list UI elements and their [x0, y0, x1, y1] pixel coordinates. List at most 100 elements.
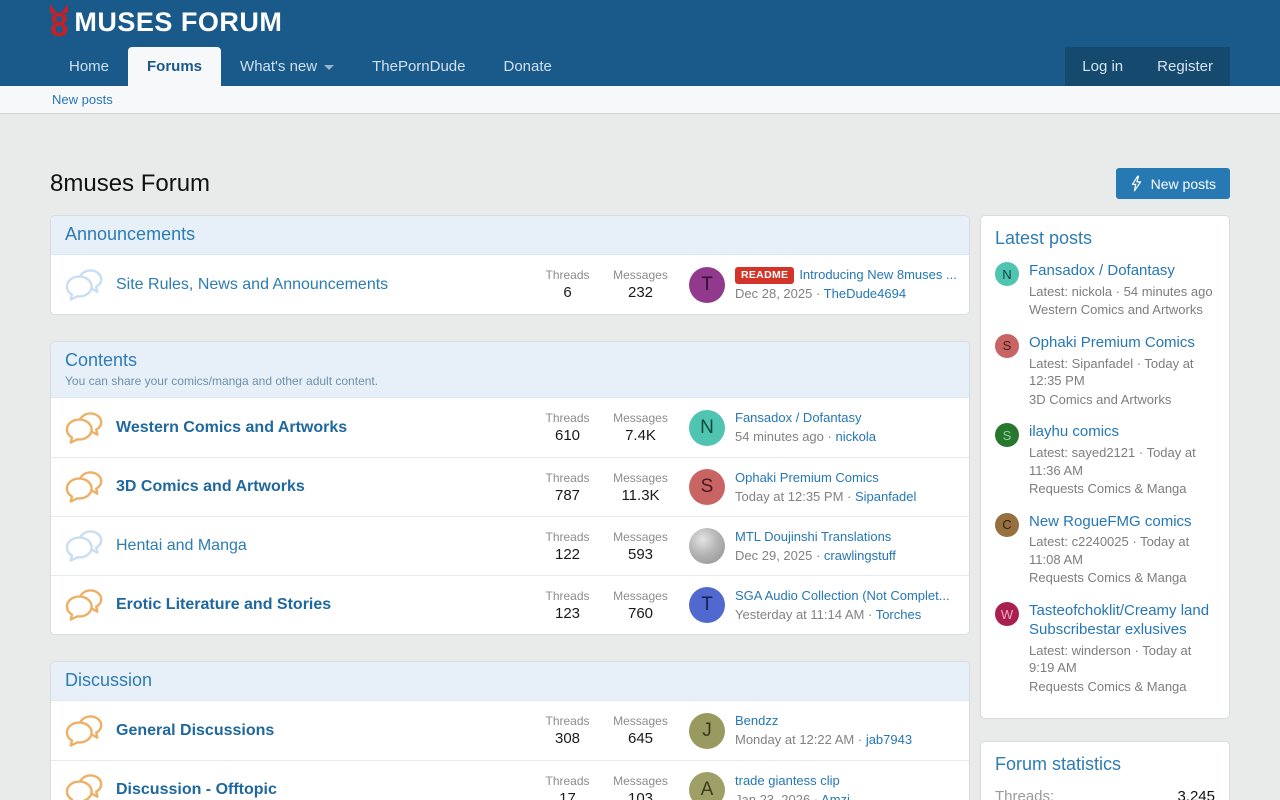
latest-user-link[interactable]: nickola: [835, 429, 875, 444]
avatar[interactable]: W: [995, 602, 1019, 626]
threads-count: 6: [531, 284, 604, 301]
forum-stats: Threads787 Messages11.3K: [531, 471, 677, 504]
latest-thread-link[interactable]: trade giantess clip: [735, 773, 840, 788]
comments-icon: [65, 588, 103, 622]
latest-post-item: N Fansadox / Dofantasy Latest: nickola ·…: [995, 262, 1215, 319]
avatar[interactable]: T: [689, 587, 725, 623]
latest-thread-link[interactable]: Bendzz: [735, 713, 778, 728]
thread-link[interactable]: Tasteofchoklit/Creamy land Subscribestar…: [1029, 602, 1215, 640]
forum-stats: Threads6 Messages232: [531, 268, 677, 301]
messages-count: 232: [604, 284, 677, 301]
forum-link[interactable]: Hentai and Manga: [116, 537, 247, 554]
forum-link[interactable]: Western Comics and Artworks: [116, 419, 347, 436]
avatar[interactable]: [689, 528, 725, 564]
avatar[interactable]: C: [995, 513, 1019, 537]
login-button[interactable]: Log in: [1065, 47, 1140, 86]
latest-date: Dec 28, 2025 ·: [735, 286, 820, 301]
threads-label: Threads: [531, 471, 604, 485]
messages-count: 11.3K: [604, 487, 677, 504]
latest-meta: Latest: c2240025 · Today at 11:08 AM: [1029, 533, 1215, 568]
latest-thread-link[interactable]: Introducing New 8muses ...: [799, 267, 957, 282]
latest-post-cell: J Bendzz Monday at 12:22 AM · jab7943: [689, 712, 957, 748]
stat-row: Threads: 3,245: [995, 788, 1215, 800]
thread-link[interactable]: New RogueFMG comics: [1029, 513, 1215, 532]
category-announcements: Announcements Site Rules, News and Annou…: [50, 215, 970, 315]
forum-link[interactable]: Discussion - Offtopic: [116, 781, 277, 798]
latest-thread-link[interactable]: MTL Doujinshi Translations: [735, 529, 891, 544]
latest-post-cell: MTL Doujinshi Translations Dec 29, 2025 …: [689, 528, 957, 564]
avatar[interactable]: S: [995, 334, 1019, 358]
register-button[interactable]: Register: [1140, 47, 1230, 86]
latest-posts-widget: Latest posts N Fansadox / Dofantasy Late…: [980, 215, 1230, 719]
thread-link[interactable]: Fansadox / Dofantasy: [1029, 262, 1213, 281]
messages-count: 645: [604, 730, 677, 747]
nav-item-forums[interactable]: Forums: [128, 47, 221, 86]
subnav-new-posts-link[interactable]: New posts: [52, 92, 113, 107]
sidebar: Latest posts N Fansadox / Dofantasy Late…: [980, 215, 1230, 800]
latest-thread-link[interactable]: Ophaki Premium Comics: [735, 470, 879, 485]
category-title-link[interactable]: Announcements: [65, 224, 195, 244]
latest-post-item: S ilayhu comics Latest: sayed2121 · Toda…: [995, 423, 1215, 497]
category-title-link[interactable]: Discussion: [65, 670, 152, 690]
forum-stats: Threads308 Messages645: [531, 714, 677, 747]
latest-user-link[interactable]: crawlingstuff: [824, 548, 896, 563]
nav-item-whats-new[interactable]: What's new: [221, 47, 353, 86]
latest-user-link[interactable]: Torches: [876, 607, 922, 622]
stat-value: 3,245: [1177, 788, 1215, 800]
thread-link[interactable]: Ophaki Premium Comics: [1029, 334, 1215, 353]
messages-label: Messages: [604, 774, 677, 788]
forum-name: 3D Comics and Artworks: [1029, 391, 1215, 409]
latest-date: Jan 23, 2026 ·: [735, 792, 818, 800]
avatar[interactable]: T: [689, 267, 725, 303]
latest-thread-link[interactable]: Fansadox / Dofantasy: [735, 410, 861, 425]
thread-link[interactable]: ilayhu comics: [1029, 423, 1215, 442]
latest-thread-link[interactable]: SGA Audio Collection (Not Complet...: [735, 588, 950, 603]
new-posts-button[interactable]: New posts: [1116, 168, 1230, 199]
latest-user-link[interactable]: jab7943: [866, 732, 912, 747]
site-logo[interactable]: 8 MUSES FORUM: [50, 6, 282, 41]
latest-meta: Latest: Sipanfadel · Today at 12:35 PM: [1029, 355, 1215, 390]
threads-label: Threads: [531, 530, 604, 544]
logo-text: MUSES FORUM: [74, 6, 282, 38]
forum-row: Site Rules, News and Announcements Threa…: [51, 255, 969, 314]
forum-row: General Discussions Threads308 Messages6…: [51, 701, 969, 760]
comments-icon: [65, 470, 103, 504]
nav-item-donate[interactable]: Donate: [485, 47, 571, 86]
latest-post-item: W Tasteofchoklit/Creamy land Subscribest…: [995, 602, 1215, 695]
avatar[interactable]: A: [689, 772, 725, 800]
threads-count: 610: [531, 427, 604, 444]
avatar[interactable]: N: [689, 410, 725, 446]
stat-label: Threads:: [995, 788, 1054, 800]
avatar[interactable]: S: [995, 423, 1019, 447]
forum-name: Requests Comics & Manga: [1029, 569, 1215, 587]
category-discussion: Discussion General Discussions Threads30…: [50, 661, 970, 800]
forum-link[interactable]: Site Rules, News and Announcements: [116, 276, 388, 293]
messages-label: Messages: [604, 268, 677, 282]
threads-label: Threads: [531, 411, 604, 425]
comments-icon: [65, 268, 103, 302]
nav-item-theporndude[interactable]: ThePornDude: [353, 47, 484, 86]
latest-posts-title[interactable]: Latest posts: [995, 228, 1215, 249]
category-header: Discussion: [51, 662, 969, 701]
forum-link[interactable]: 3D Comics and Artworks: [116, 478, 305, 495]
lightning-bolt-icon: [1130, 175, 1143, 192]
messages-count: 760: [604, 605, 677, 622]
category-title-link[interactable]: Contents: [65, 350, 137, 370]
messages-count: 593: [604, 546, 677, 563]
latest-user-link[interactable]: Amzi: [821, 792, 850, 800]
forum-link[interactable]: Erotic Literature and Stories: [116, 596, 331, 613]
sub-nav: New posts: [0, 86, 1280, 114]
avatar[interactable]: S: [689, 469, 725, 505]
messages-label: Messages: [604, 411, 677, 425]
nav-item-home[interactable]: Home: [50, 47, 128, 86]
comments-icon: [65, 411, 103, 445]
avatar[interactable]: J: [689, 713, 725, 749]
forum-row: Western Comics and Artworks Threads 610 M…: [51, 398, 969, 457]
latest-post-cell: N Fansadox / Dofantasy 54 minutes ago · …: [689, 409, 957, 445]
site-header: 8 MUSES FORUM Home Forums What's new The…: [0, 0, 1280, 114]
latest-user-link[interactable]: Sipanfadel: [855, 489, 916, 504]
latest-user-link[interactable]: TheDude4694: [824, 286, 906, 301]
forum-statistics-title: Forum statistics: [995, 754, 1215, 775]
avatar[interactable]: N: [995, 262, 1019, 286]
forum-link[interactable]: General Discussions: [116, 722, 274, 739]
